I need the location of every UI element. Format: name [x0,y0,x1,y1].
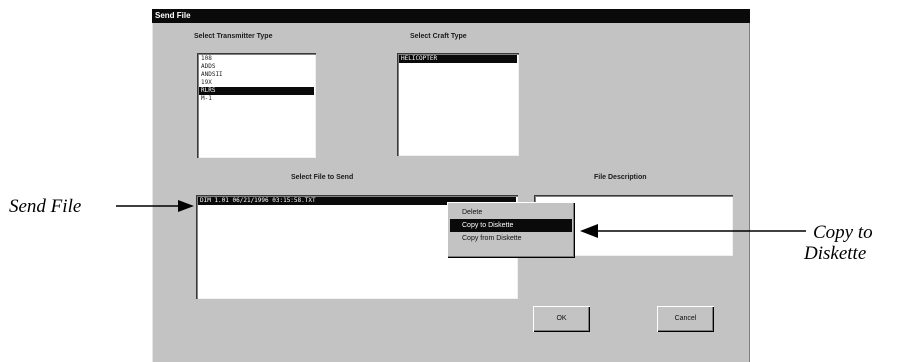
callout-arrow-left-icon [580,224,806,238]
callout-copy-to-diskette-line1: Copy to [813,222,873,243]
craft-type-label: Select Craft Type [410,33,467,40]
list-item[interactable]: ANDSII [199,71,314,79]
cancel-button[interactable]: Cancel [657,306,714,332]
callout-send-file: Send File [9,196,82,217]
list-item-selected[interactable]: RLRS [199,87,314,95]
menu-item-copy-to-diskette[interactable]: Copy to Diskette [450,219,572,232]
callout-arrow-right-icon [116,200,194,212]
file-description-label: File Description [594,174,647,181]
craft-type-list[interactable]: HELICOPTER [397,53,519,156]
callout-copy-to-diskette-line2: Diskette [804,243,867,264]
ok-button[interactable]: OK [533,306,590,332]
menu-item-copy-from-diskette[interactable]: Copy from Diskette [450,232,572,245]
send-file-dialog: Send File Select Transmitter Type 108 AD… [152,9,750,362]
list-item-selected[interactable]: HELICOPTER [399,55,517,63]
list-item[interactable]: M-1 [199,95,314,103]
menu-item-delete[interactable]: Delete [450,206,572,219]
list-item[interactable]: 19X [199,79,314,87]
context-menu: Delete Copy to Diskette Copy from Disket… [447,202,575,258]
transmitter-type-label: Select Transmitter Type [194,33,273,40]
list-item[interactable]: 108 [199,55,314,63]
transmitter-type-list[interactable]: 108 ADDS ANDSII 19X RLRS M-1 [197,53,316,158]
list-item[interactable]: ADDS [199,63,314,71]
window-title: Send File [152,9,750,23]
select-file-label: Select File to Send [291,174,354,181]
